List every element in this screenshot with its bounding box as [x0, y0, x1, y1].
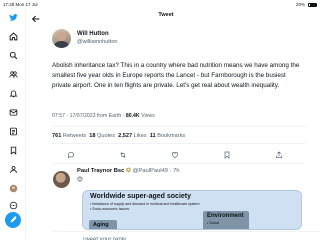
- messages-icon[interactable]: [7, 106, 19, 118]
- bookmarks-label: Bookmarks: [157, 133, 186, 139]
- share-button[interactable]: [274, 150, 284, 160]
- page-title: Tweet: [158, 12, 174, 18]
- battery-percent: 20%: [295, 2, 305, 7]
- lists-icon[interactable]: [7, 125, 19, 137]
- home-icon[interactable]: [7, 30, 19, 42]
- top-bar: Tweet: [26, 9, 306, 23]
- views-count: 80.4K: [125, 113, 140, 119]
- account-avatar-icon[interactable]: [7, 182, 19, 194]
- tweet-text: Abolish inheritance tax? This in a count…: [52, 62, 300, 89]
- reply-text: 😊: [77, 177, 83, 183]
- retweet-button[interactable]: [118, 150, 128, 160]
- quotes-stat[interactable]: 18 Quotes: [89, 133, 115, 139]
- environment-box: Environment • Social: [203, 211, 249, 229]
- divider: [52, 126, 306, 127]
- environment-sub: • Social: [207, 221, 220, 225]
- reply-avatar[interactable]: [53, 171, 70, 188]
- reply-image[interactable]: Worldwide super-aged society • Imbalance…: [82, 190, 302, 230]
- reply-icon: [67, 152, 74, 159]
- aging-box: Aging: [89, 220, 117, 229]
- compose-icon: [9, 211, 18, 229]
- aging-label: Aging: [93, 222, 109, 228]
- sidebar: [0, 9, 26, 240]
- more-icon[interactable]: [7, 199, 19, 211]
- tweet-detail: Tweet Will Hutton @williamnhutton Abolis…: [26, 9, 320, 240]
- quotes-count: 18: [89, 133, 96, 139]
- likes-stat[interactable]: 2,527 Likes: [118, 133, 147, 139]
- communities-icon[interactable]: [7, 68, 19, 80]
- likes-count: 2,527: [118, 133, 133, 139]
- retweets-label: Retweets: [62, 133, 87, 139]
- reply-author-handle[interactable]: @PaulPaul49 · 7h: [132, 168, 179, 174]
- author-name[interactable]: Will Hutton: [77, 31, 109, 37]
- status-bar: 17:28 Mon 17 Jul 20%: [0, 0, 320, 9]
- reply-author-name[interactable]: Paul Traynor Bsc: [77, 168, 124, 174]
- tweet-actions: [52, 150, 306, 160]
- reply-composer: [52, 231, 320, 240]
- author-handle[interactable]: @williamnhutton: [77, 39, 117, 45]
- views-label: Views: [139, 113, 155, 119]
- profile-icon[interactable]: [7, 163, 19, 175]
- status-time-date: 17:28 Mon 17 Jul: [3, 2, 38, 7]
- author-avatar[interactable]: [52, 29, 71, 48]
- tweet-timestamp: 07:57 · 17/07/2023 from Earth ·: [52, 113, 126, 119]
- image-bullet: • Imbalance of supply and demand in medi…: [90, 202, 200, 206]
- retweets-stat[interactable]: 761 Retweets: [52, 133, 86, 139]
- twitter-bird-icon[interactable]: [7, 11, 19, 23]
- bookmark-icon: [224, 151, 230, 159]
- reply-button[interactable]: [66, 150, 76, 160]
- bookmarks-icon[interactable]: [7, 144, 19, 156]
- search-icon[interactable]: [7, 49, 19, 61]
- tweet-meta: 07:57 · 17/07/2023 from Earth · 80.4K Vi…: [52, 113, 155, 119]
- bookmark-button[interactable]: [222, 150, 232, 160]
- bookmarks-stat[interactable]: 11 Bookmarks: [150, 133, 185, 139]
- environment-label: Environment: [207, 213, 244, 219]
- like-button[interactable]: [170, 150, 180, 160]
- divider: [52, 143, 306, 144]
- verified-badge-icon: ✪: [126, 168, 131, 174]
- image-title: Worldwide super-aged society: [90, 193, 192, 200]
- bookmarks-count: 11: [149, 133, 156, 139]
- retweets-count: 761: [52, 133, 62, 139]
- battery-icon: [308, 2, 317, 7]
- heart-icon: [172, 152, 178, 159]
- divider: [52, 163, 306, 164]
- status-indicators: 20%: [296, 2, 317, 7]
- notifications-icon[interactable]: [7, 87, 19, 99]
- reply-header: Paul Traynor Bsc ✪ @PaulPaul49 · 7h: [77, 168, 180, 174]
- image-bullet: • Socio-economic issues: [90, 207, 130, 211]
- share-icon: [276, 151, 282, 158]
- likes-label: Likes: [133, 133, 147, 139]
- tweet-stats: 761 Retweets 18 Quotes 2,527 Likes 11 Bo…: [52, 133, 185, 139]
- retweet-icon: [120, 152, 126, 158]
- quotes-label: Quotes: [97, 133, 116, 139]
- compose-button[interactable]: [5, 212, 21, 228]
